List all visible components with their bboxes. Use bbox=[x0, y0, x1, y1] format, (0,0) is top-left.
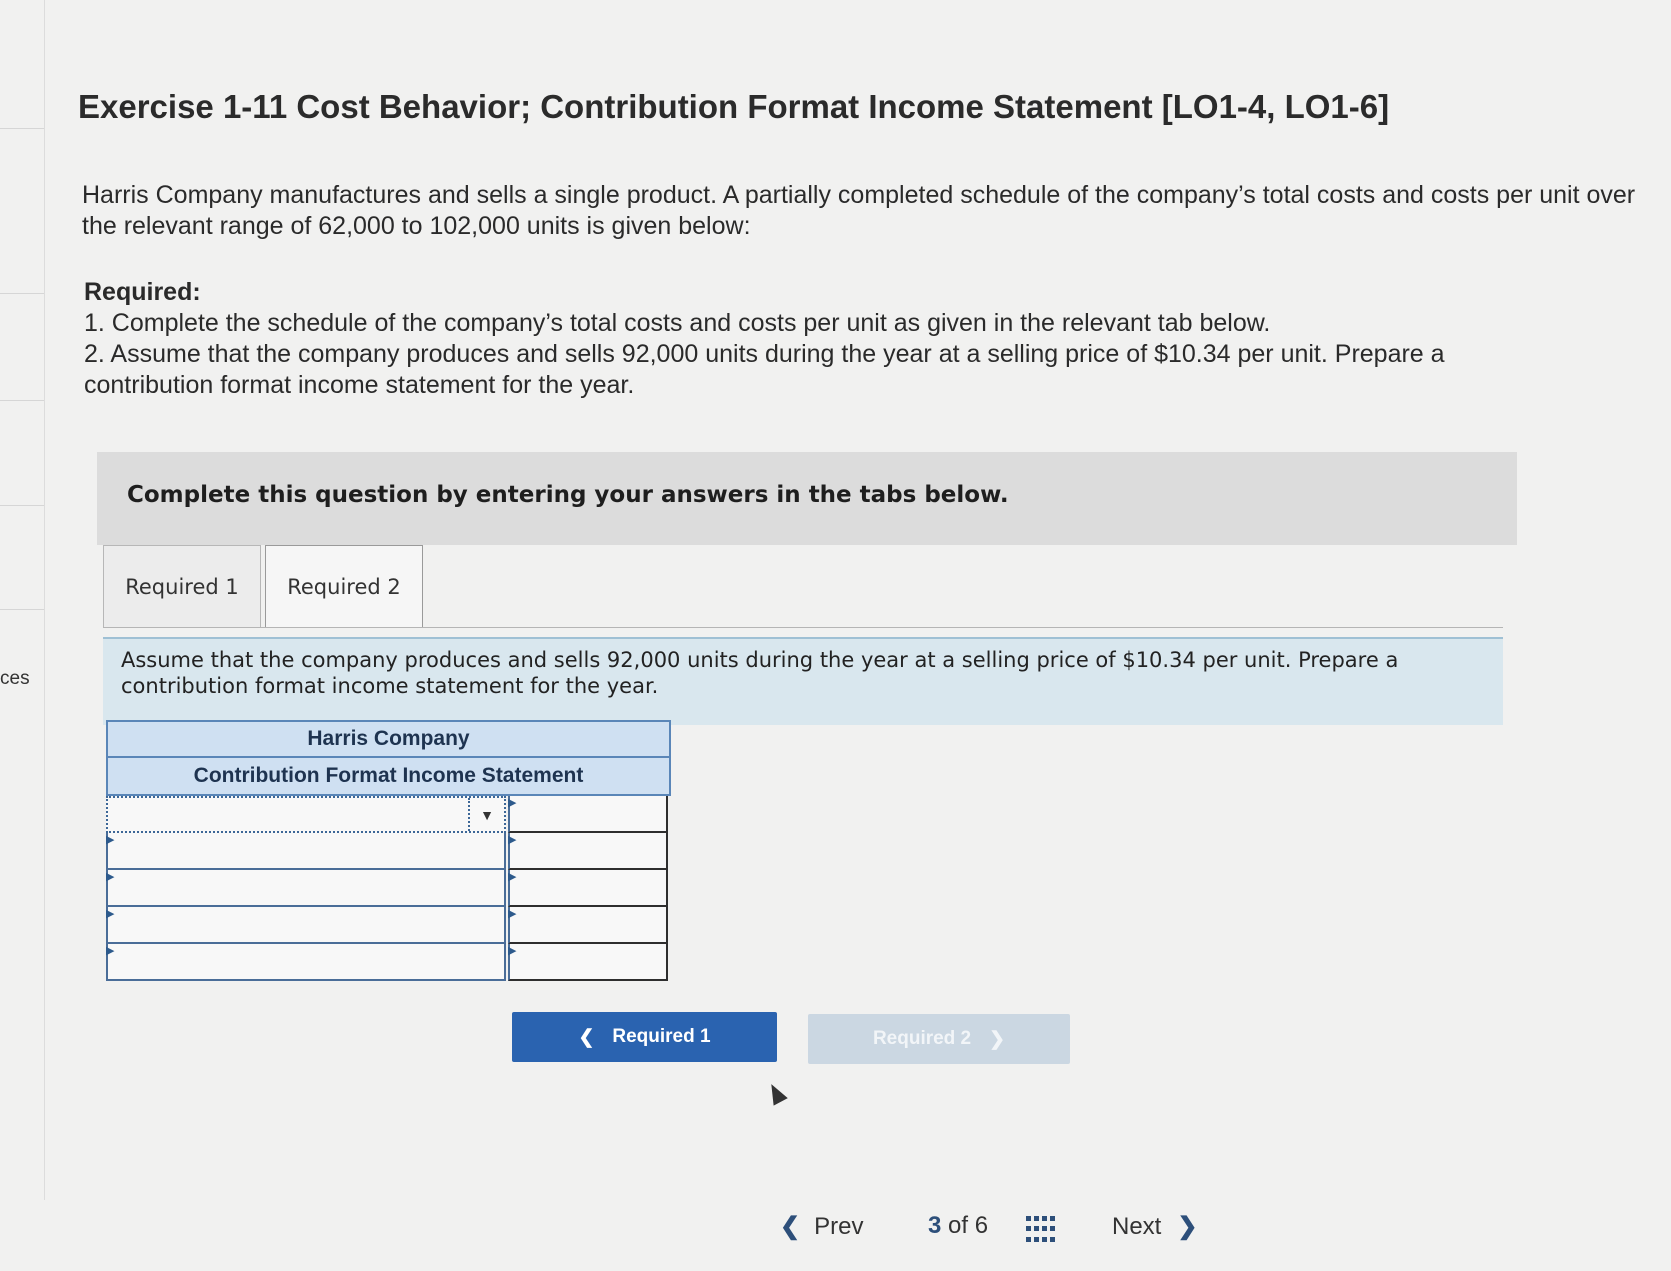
cell-marker-icon: ▶ bbox=[508, 871, 517, 883]
left-rail bbox=[0, 0, 45, 1200]
cell-marker-icon: ▶ bbox=[508, 834, 517, 846]
table-row: ▶ ▶ bbox=[106, 944, 671, 981]
table-row: ▶ ▶ bbox=[106, 907, 671, 944]
table-row: ▶ ▶ bbox=[106, 833, 671, 870]
required-heading: Required: bbox=[84, 278, 201, 306]
statement-company-name: Harris Company bbox=[106, 720, 671, 758]
cell-marker-icon: ▶ bbox=[106, 908, 115, 920]
cell-marker-icon: ▶ bbox=[508, 908, 517, 920]
required-item-2: 2. Assume that the company produces and … bbox=[84, 340, 1445, 399]
instruction-banner: Complete this question by entering your … bbox=[97, 452, 1517, 545]
left-rail-label[interactable]: ces bbox=[0, 668, 30, 690]
chevron-left-icon: ❮ bbox=[578, 1026, 595, 1048]
cell-marker-icon: ▶ bbox=[106, 945, 115, 957]
tab-required-1[interactable]: Required 1 bbox=[103, 545, 261, 627]
left-rail-segment bbox=[0, 400, 44, 506]
page-of-text: of bbox=[948, 1212, 969, 1239]
tab-required-2[interactable]: Required 2 bbox=[265, 545, 423, 627]
cell-marker-icon: ▶ bbox=[106, 871, 115, 883]
prev-required-label: Required 1 bbox=[612, 1026, 711, 1047]
statement-title: Contribution Format Income Statement bbox=[106, 758, 671, 796]
left-rail-segment bbox=[0, 128, 44, 294]
line-item-dropdown[interactable]: ▼ bbox=[106, 796, 506, 833]
amount-input[interactable]: ▶ bbox=[508, 944, 668, 981]
line-item-dropdown[interactable]: ▶ bbox=[106, 907, 506, 944]
amount-input[interactable]: ▶ bbox=[508, 833, 668, 870]
table-row: ▼ ▶ bbox=[106, 796, 671, 833]
tab-divider bbox=[103, 627, 1503, 628]
left-rail-segment bbox=[0, 293, 44, 401]
line-item-dropdown[interactable]: ▶ bbox=[106, 833, 506, 870]
amount-input[interactable]: ▶ bbox=[508, 870, 668, 907]
line-item-dropdown[interactable]: ▶ bbox=[106, 944, 506, 981]
table-row: ▶ ▶ bbox=[106, 870, 671, 907]
problem-intro: Harris Company manufactures and sells a … bbox=[82, 181, 1636, 240]
next-required-label: Required 2 bbox=[872, 1028, 972, 1049]
chevron-down-icon[interactable]: ▼ bbox=[468, 798, 504, 831]
line-item-dropdown[interactable]: ▶ bbox=[106, 870, 506, 907]
income-statement-table: Harris Company Contribution Format Incom… bbox=[106, 720, 671, 981]
required-section: Required: 1. Complete the schedule of th… bbox=[84, 277, 1564, 401]
tab-prompt: Assume that the company produces and sel… bbox=[103, 637, 1503, 725]
prev-question-button[interactable]: ❮ Prev bbox=[780, 1212, 900, 1241]
amount-input[interactable]: ▶ bbox=[508, 796, 668, 833]
chevron-right-icon: ❯ bbox=[989, 1028, 1006, 1050]
page-title: Exercise 1-11 Cost Behavior; Contributio… bbox=[78, 88, 1390, 125]
prev-required-button[interactable]: ❮ Required 1 bbox=[512, 1012, 777, 1062]
page-indicator: 3 of 6 bbox=[928, 1212, 1038, 1240]
next-question-button[interactable]: Next ❯ bbox=[1112, 1212, 1222, 1241]
chevron-right-icon: ❯ bbox=[1177, 1213, 1198, 1240]
left-rail-segment bbox=[0, 0, 44, 129]
total-pages: 6 bbox=[974, 1212, 989, 1239]
next-required-button[interactable]: Required 2 ❯ bbox=[808, 1014, 1070, 1064]
cell-marker-icon: ▶ bbox=[508, 797, 517, 809]
required-item-1: 1. Complete the schedule of the company’… bbox=[84, 309, 1271, 337]
amount-input[interactable]: ▶ bbox=[508, 907, 668, 944]
current-page: 3 bbox=[928, 1212, 942, 1239]
prev-label: Prev bbox=[814, 1212, 864, 1240]
left-rail-segment bbox=[0, 505, 44, 610]
question-grid-icon[interactable] bbox=[1026, 1216, 1056, 1244]
next-label: Next bbox=[1112, 1212, 1162, 1240]
cell-marker-icon: ▶ bbox=[106, 834, 115, 846]
mouse-cursor-icon bbox=[764, 1080, 788, 1106]
cell-marker-icon: ▶ bbox=[508, 945, 517, 957]
chevron-left-icon: ❮ bbox=[780, 1213, 801, 1240]
